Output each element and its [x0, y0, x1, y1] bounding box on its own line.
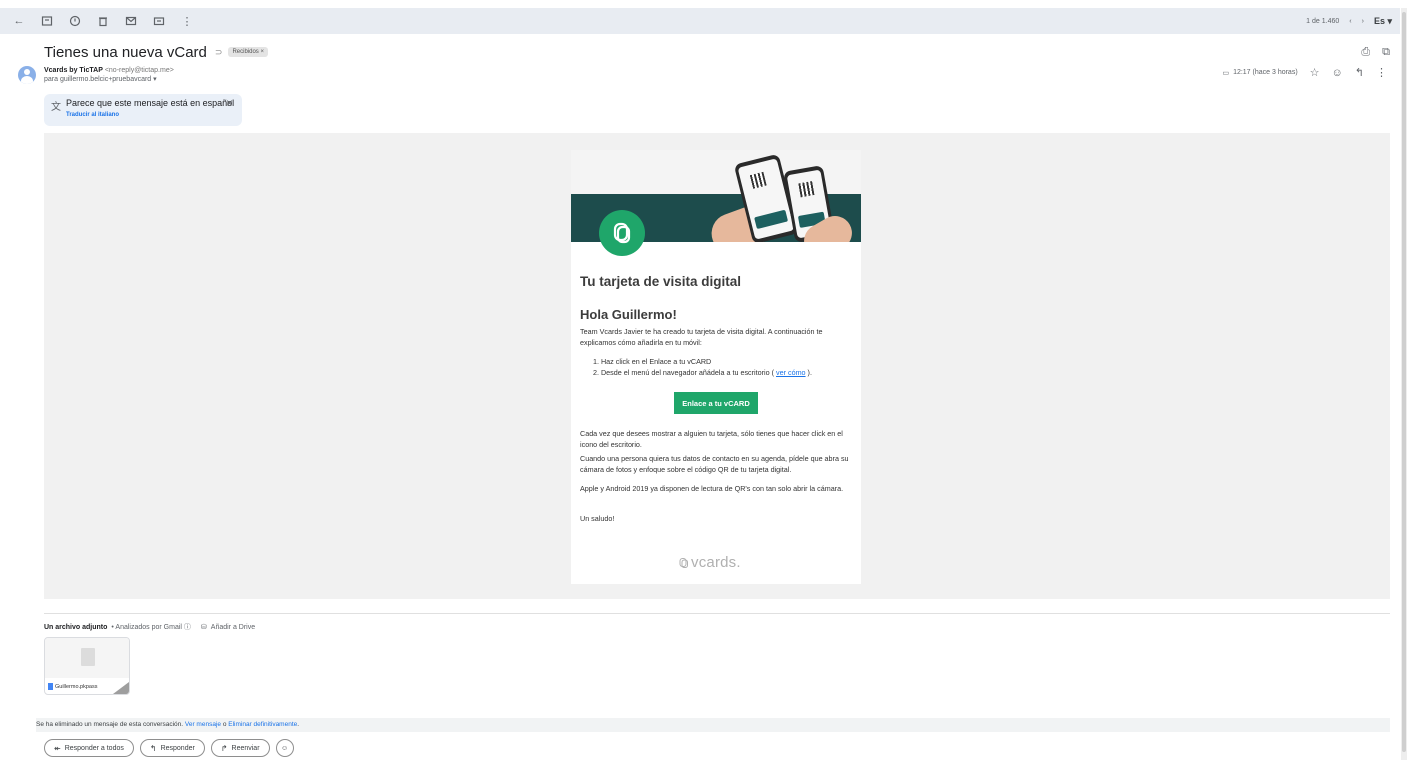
forward-label: Reenviar — [231, 744, 260, 752]
attachment-scanned: • Analizados por Gmail ⓘ — [111, 624, 191, 631]
message-subject: Tienes una nueva vCard — [44, 43, 207, 61]
sender-avatar — [18, 66, 36, 84]
more-options-icon[interactable]: ⋮ — [1376, 66, 1387, 79]
paragraph-desktop-icon: Cada vez que desees mostrar a alguien tu… — [580, 429, 843, 449]
prev-page-icon[interactable]: ‹ — [1349, 18, 1351, 25]
footer-logo-text: vcards. — [691, 554, 741, 571]
sender-name[interactable]: Vcards by TicTAP — [44, 67, 103, 74]
view-message-link[interactable]: Ver mensaje — [185, 721, 221, 728]
intro-paragraph: Team Vcards Javier te ha creado tu tarje… — [580, 327, 823, 347]
scrollbar-thumb[interactable] — [1402, 12, 1406, 752]
attachment-count: Un archivo adjunto — [44, 623, 108, 631]
pagination-text: 1 de 1.460 — [1306, 17, 1340, 25]
card-greeting: Hola Guillermo! — [580, 307, 677, 322]
print-icon[interactable]: ⎙ — [1361, 46, 1370, 59]
signoff: Un saludo! — [580, 514, 615, 523]
ver-como-link[interactable]: ver cómo — [776, 368, 806, 377]
attachment-filename: Guillermo.pkpass — [55, 684, 98, 690]
step-2: 2. Desde el menú del navegador añádela a… — [593, 368, 812, 377]
recipient-details[interactable]: para guillermo.belcic+pruebavcard ▾ — [44, 75, 174, 84]
paragraph-qr-support: Apple y Android 2019 ya disponen de lect… — [580, 484, 844, 493]
toolbar-right: 1 de 1.460 ‹ › Es ▾ — [1306, 16, 1392, 27]
star-icon[interactable]: ☆ — [1310, 66, 1320, 79]
inbox-label-chip[interactable]: Recibidos × — [228, 47, 268, 57]
file-type-icon — [48, 683, 53, 690]
email-card: Tu tarjeta de visita digital Hola Guille… — [571, 150, 861, 584]
translate-banner: 文 Parece que este mensaje está en españo… — [44, 94, 242, 126]
back-arrow-icon[interactable]: ← — [8, 10, 30, 32]
more-vert-icon[interactable]: ⋮ — [176, 10, 198, 32]
footer-vcards-logo: vcards. — [678, 554, 741, 571]
archive-icon[interactable] — [36, 10, 58, 32]
add-to-drive-link[interactable]: Añadir a Drive — [211, 624, 255, 631]
steps-list: 1. Haz click en el Enlace a tu vCARD 2. … — [593, 356, 855, 378]
translate-link[interactable]: Traducir al italiano — [66, 112, 119, 118]
step-1: 1. Haz click en el Enlace a tu vCARD — [593, 357, 712, 366]
page-scrollbar[interactable] — [1401, 8, 1407, 760]
reply-icon[interactable]: ↰ — [1355, 66, 1364, 79]
sender-block: Vcards by TicTAP <no-reply@tictap.me> pa… — [44, 66, 174, 84]
message-time: 12:17 (hace 3 horas) — [1233, 69, 1298, 76]
emoji-icon: ☺ — [280, 744, 289, 752]
card-title: Tu tarjeta de visita digital — [580, 274, 742, 289]
emoji-button[interactable]: ☺ — [275, 739, 294, 757]
input-language-selector[interactable]: Es ▾ — [1374, 16, 1392, 27]
vcards-logo-icon — [599, 210, 645, 256]
reply-all-icon: ↞ — [54, 743, 61, 753]
forward-button[interactable]: ↱ Reenviar — [210, 739, 270, 757]
attachment-indicator-icon: ▭ — [1222, 69, 1230, 77]
reply-label: Responder — [160, 744, 195, 752]
deleted-message-notice: Se ha eliminado un mensaje de esta conve… — [36, 718, 1390, 732]
attachment-divider — [44, 613, 1390, 614]
reply-all-label: Responder a todos — [64, 744, 124, 752]
move-to-icon[interactable] — [148, 10, 170, 32]
reply-button[interactable]: ↰ Responder — [139, 739, 205, 757]
gmail-message-view: ← ⋮ 1 de 1.460 ‹ › Es ▾ Tienes una nueva… — [0, 0, 1413, 760]
mark-unread-icon[interactable] — [120, 10, 142, 32]
attachment-corner — [113, 682, 129, 694]
paragraph-qr-code: Cuando una persona quiera tus datos de c… — [580, 454, 849, 474]
delete-icon[interactable] — [92, 10, 114, 32]
vcard-link-button[interactable]: Enlace a tu vCARD — [674, 392, 758, 414]
input-language-label: Es — [1373, 15, 1385, 26]
importance-marker-icon[interactable]: ⊃ — [215, 47, 223, 58]
subject-actions: ⎙ ⧉ — [1361, 46, 1390, 59]
emoji-reaction-icon[interactable]: ☺ — [1332, 67, 1343, 79]
attachment-preview — [45, 638, 129, 678]
sender-email: <no-reply@tictap.me> — [104, 67, 174, 74]
reply-all-button[interactable]: ↞ Responder a todos — [44, 739, 134, 757]
document-icon — [81, 648, 95, 666]
attachment-card[interactable]: Guillermo.pkpass — [44, 637, 130, 695]
delete-permanently-link[interactable]: Eliminar definitivamente — [228, 721, 297, 728]
report-spam-icon[interactable] — [64, 10, 86, 32]
translate-message: Parece que este mensaje está en español — [66, 98, 235, 108]
vcards-small-icon — [679, 557, 688, 568]
subject-row: Tienes una nueva vCard ⊃ Recibidos × ⎙ ⧉ — [44, 42, 1390, 62]
reply-actions: ↞ Responder a todos ↰ Responder ↱ Reenviar … — [44, 739, 294, 757]
open-new-window-icon[interactable]: ⧉ — [1382, 46, 1390, 59]
message-toolbar: ← ⋮ 1 de 1.460 ‹ › Es ▾ — [0, 8, 1400, 34]
attachment-header: Un archivo adjunto • Analizados por Gmai… — [44, 622, 255, 632]
message-meta: ▭ 12:17 (hace 3 horas) ☆ ☺ ↰ ⋮ — [1222, 66, 1387, 80]
translate-icon: 文 — [51, 102, 61, 113]
forward-icon: ↱ — [220, 743, 228, 753]
next-page-icon[interactable]: › — [1362, 18, 1364, 25]
close-icon[interactable]: × — [226, 96, 233, 110]
deleted-notice-text: Se ha eliminado un mensaje de esta conve… — [36, 721, 185, 728]
deleted-end-text: . — [297, 721, 300, 728]
reply-arrow-icon: ↰ — [149, 743, 157, 753]
add-to-drive-icon[interactable]: ⛁ — [201, 623, 207, 631]
